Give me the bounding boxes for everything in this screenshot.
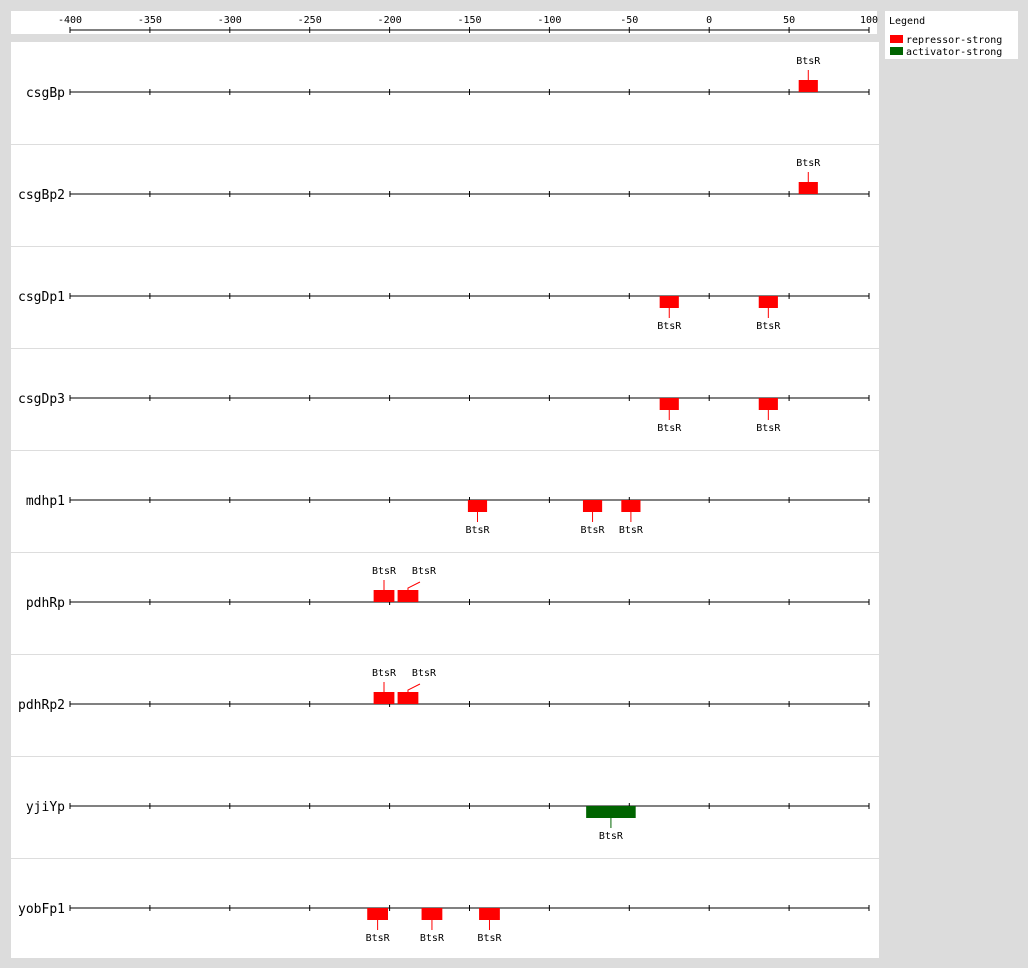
promoter-name: csgDp3 xyxy=(18,392,65,407)
binding-site-box xyxy=(659,398,679,410)
binding-site-connector xyxy=(407,581,421,590)
promoter-row: mdhp1 BtsR BtsR BtsR xyxy=(11,450,879,536)
binding-site-box xyxy=(758,398,778,410)
axis-tick-label: -250 xyxy=(298,15,322,26)
binding-site-label: BtsR xyxy=(372,668,397,679)
binding-site-label: BtsR xyxy=(657,321,682,332)
binding-site-label: BtsR xyxy=(796,56,821,67)
binding-site-label: BtsR xyxy=(477,933,502,944)
binding-site-box xyxy=(798,80,818,92)
promoter-row: csgDp3 BtsR BtsR xyxy=(11,348,879,434)
axis-tick-label: 0 xyxy=(706,15,712,26)
promoter-name: pdhRp2 xyxy=(18,698,65,713)
promoter-row: yjiYp BtsR xyxy=(11,756,879,842)
promoter-name: mdhp1 xyxy=(26,494,65,509)
promoter-row: pdhRp2 BtsR BtsR xyxy=(11,654,879,713)
promoter-name: csgBp xyxy=(26,86,65,101)
binding-site-label: BtsR xyxy=(412,566,437,577)
axis-tick-label: -200 xyxy=(378,15,402,26)
binding-site-label: BtsR xyxy=(366,933,391,944)
promoter-row: pdhRp BtsR BtsR xyxy=(11,552,879,611)
legend-swatch xyxy=(890,35,903,43)
binding-site-box xyxy=(586,806,636,818)
binding-site-box xyxy=(582,500,603,512)
axis-tick-label: -50 xyxy=(620,15,638,26)
promoter-site-diagram: -400 -350 -300 -250 -200 -150 -100 -50 0 50 100 cs… xyxy=(11,15,1002,944)
legend-swatch xyxy=(890,47,903,55)
binding-site-box xyxy=(758,296,778,308)
binding-site-label: BtsR xyxy=(599,831,624,842)
binding-site-label: BtsR xyxy=(657,423,682,434)
binding-site-label: BtsR xyxy=(465,525,490,536)
promoter-name: yjiYp xyxy=(26,800,65,815)
binding-site-label: BtsR xyxy=(372,566,397,577)
binding-site-label: BtsR xyxy=(412,668,437,679)
axis-tick-label: -350 xyxy=(138,15,162,26)
binding-site-box xyxy=(373,590,395,602)
axis-tick-label: -100 xyxy=(537,15,561,26)
binding-site-label: BtsR xyxy=(796,158,821,169)
axis-tick-label: -300 xyxy=(218,15,242,26)
promoter-row: csgBp BtsR xyxy=(26,56,870,101)
promoter-rows: csgBp BtsR csgBp2 BtsR csgDp1 BtsR BtsR csgDp3 B… xyxy=(11,56,879,944)
binding-site-box xyxy=(479,908,500,920)
legend-item-label: activator-strong xyxy=(906,47,1002,58)
promoter-name: pdhRp xyxy=(26,596,65,611)
binding-site-box xyxy=(397,590,419,602)
binding-site-box xyxy=(373,692,395,704)
promoter-name: csgBp2 xyxy=(18,188,65,203)
binding-site-label: BtsR xyxy=(420,933,445,944)
promoter-name: csgDp1 xyxy=(18,290,65,305)
axis-tick-label: 50 xyxy=(783,15,795,26)
axis-tick-label: 100 xyxy=(860,15,878,26)
legend-title: Legend xyxy=(889,16,925,27)
axis-tick-label: -400 xyxy=(58,15,82,26)
promoter-row: csgBp2 BtsR xyxy=(11,144,879,203)
binding-site-connector xyxy=(407,683,421,692)
binding-site-box xyxy=(659,296,679,308)
legend-item-label: repressor-strong xyxy=(906,35,1002,46)
binding-site-label: BtsR xyxy=(619,525,644,536)
binding-site-box xyxy=(397,692,419,704)
promoter-name: yobFp1 xyxy=(18,902,65,917)
legend: Legend repressor-strongactivator-strong xyxy=(889,16,1002,58)
binding-site-label: BtsR xyxy=(756,423,781,434)
promoter-row: csgDp1 BtsR BtsR xyxy=(11,246,879,332)
binding-site-box xyxy=(621,500,641,512)
binding-site-label: BtsR xyxy=(580,525,605,536)
binding-site-box xyxy=(798,182,818,194)
binding-site-box xyxy=(421,908,443,920)
binding-site-box xyxy=(467,500,488,512)
binding-site-box xyxy=(367,908,389,920)
binding-site-label: BtsR xyxy=(756,321,781,332)
axis-tick-label: -150 xyxy=(457,15,481,26)
promoter-row: yobFp1 BtsR BtsR BtsR xyxy=(11,858,879,944)
position-axis: -400 -350 -300 -250 -200 -150 -100 -50 0 50 100 xyxy=(58,15,878,33)
